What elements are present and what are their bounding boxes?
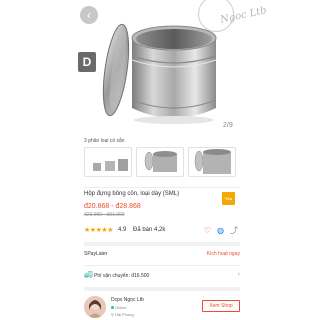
section-divider xyxy=(84,242,240,246)
online-status: Online xyxy=(111,305,127,310)
action-icons: ♡ ◍ ⤴ xyxy=(198,225,238,236)
variant-thumb-large[interactable] xyxy=(188,147,236,177)
video-button[interactable]: D xyxy=(78,52,96,72)
online-status-text: Online xyxy=(115,305,127,310)
chevron-left-icon: ‹ xyxy=(87,8,91,22)
rating-row: ★★★★★ 4.9 Đã bán 4,2k ♡ ◍ ⤴ xyxy=(84,226,240,236)
sold-count: Đã bán 4,2k xyxy=(133,227,166,233)
chevron-right-icon: › xyxy=(237,271,240,278)
share-icon[interactable]: ⤴ xyxy=(230,226,238,235)
product-image-carousel[interactable]: Ngoc Ltb ‹ D 2/9 xyxy=(0,0,320,136)
product-price: đ20.868 - đ28.868 xyxy=(84,203,141,210)
shop-location: ⚲ Hải Phòng xyxy=(111,312,134,317)
shop-name: Dcpx Ngọc Ltb xyxy=(111,297,144,303)
section-divider xyxy=(84,287,240,291)
spaylater-activate-link[interactable]: Kích hoạt ngay xyxy=(207,251,240,257)
rating-stars: ★★★★★ xyxy=(84,226,113,234)
variant-thumb-small[interactable] xyxy=(84,147,132,177)
rating-value: 4.9 xyxy=(118,227,127,233)
spaylater-row[interactable]: SPayLater Kích hoạt ngay xyxy=(84,251,240,261)
shipping-row[interactable]: 🚚︎ Phí vận chuyển: đ16.500 › xyxy=(84,271,240,283)
variants-label: 3 phân loại có sẵn xyxy=(84,138,125,144)
canister-small-image xyxy=(93,159,128,171)
spaylater-label: SPayLater xyxy=(84,251,108,257)
star-icon: ★ xyxy=(107,227,113,234)
favorite-badge: Yêu thích xyxy=(222,192,235,214)
shop-location-text: Hải Phòng xyxy=(115,312,134,317)
original-price: đ23.900 - đ31.900 xyxy=(84,212,125,218)
canister-large-image xyxy=(194,149,231,174)
image-counter: 2/9 xyxy=(223,122,233,129)
product-photo-canister xyxy=(102,23,217,124)
avatar-image xyxy=(84,296,106,318)
shop-card: Dcpx Ngọc Ltb Online ⚲ Hải Phòng Xem Sho… xyxy=(84,296,240,320)
play-icon: D xyxy=(82,55,92,69)
shop-avatar[interactable] xyxy=(84,296,106,318)
back-button[interactable]: ‹ xyxy=(80,6,98,24)
shipping-fee: Phí vận chuyển: đ16.500 xyxy=(94,273,150,279)
variant-thumb-medium[interactable] xyxy=(136,147,184,177)
product-title: Hộp đựng bông cồn, loại dày (SML) xyxy=(84,191,180,197)
variant-selector: 3 phân loại có sẵn xyxy=(84,138,240,177)
view-shop-button[interactable]: Xem Shop xyxy=(202,300,240,312)
messenger-icon[interactable]: ◍ xyxy=(217,226,224,235)
divider xyxy=(84,265,240,266)
online-dot-icon xyxy=(111,306,114,310)
truck-icon: 🚚︎ xyxy=(84,272,93,279)
heart-icon[interactable]: ♡ xyxy=(204,226,211,235)
canister-medium-image xyxy=(144,151,177,172)
divider xyxy=(84,187,240,188)
variant-thumbnails xyxy=(84,147,240,177)
